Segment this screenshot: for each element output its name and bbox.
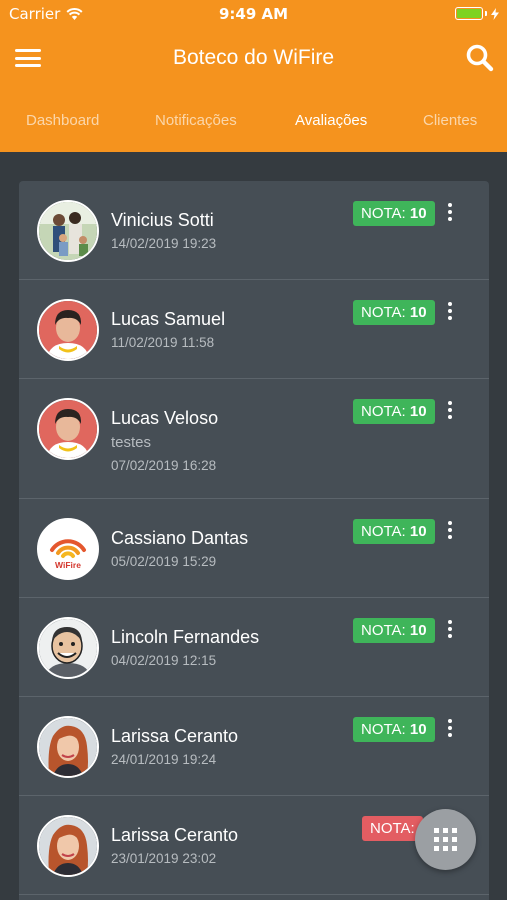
tab-dashboard[interactable]: Dashboard <box>26 112 99 129</box>
search-icon <box>466 44 494 72</box>
rating-score: 10 <box>409 523 427 540</box>
reviewer-name: Lucas Samuel <box>111 309 226 329</box>
review-date: 11/02/2019 11:58 <box>111 335 215 350</box>
rating-label: NOTA: <box>370 820 415 837</box>
boy-photo-icon <box>37 299 99 361</box>
review-date: 24/01/2019 19:24 <box>111 752 217 767</box>
rating-score: 10 <box>409 403 427 420</box>
review-row[interactable]: Lincoln Fernandes 04/02/2019 12:15 NOTA:… <box>19 598 489 697</box>
reviewer-name: Larissa Ceranto <box>111 825 239 845</box>
review-row[interactable]: WiFire Cassiano Dantas 05/02/2019 15:29 … <box>19 499 489 598</box>
boy-photo-icon <box>37 398 99 460</box>
review-row[interactable]: Vinicius Sotti 14/02/2019 19:23 NOTA: 10 <box>19 181 489 280</box>
reviewer-name: Larissa Ceranto <box>111 726 239 746</box>
rating-badge: NOTA: 10 <box>353 300 435 325</box>
reviews-list: Vinicius Sotti 14/02/2019 19:23 NOTA: 10… <box>19 181 489 900</box>
review-comment: testes <box>111 434 152 451</box>
rating-badge: NOTA: 10 <box>353 717 435 742</box>
review-date: 04/02/2019 12:15 <box>111 653 217 668</box>
kebab-menu-icon[interactable] <box>445 201 455 223</box>
tab-avaliacoes[interactable]: Avaliações <box>295 112 367 129</box>
tab-clientes[interactable]: Clientes <box>423 112 477 129</box>
rating-label: NOTA: <box>361 523 406 540</box>
kebab-menu-icon[interactable] <box>445 300 455 322</box>
rating-score: 10 <box>409 304 427 321</box>
tab-bar: Dashboard Notificações Avaliações Client… <box>0 106 507 136</box>
rating-label: NOTA: <box>361 403 406 420</box>
review-row[interactable]: Larissa Ceranto 24/01/2019 19:24 NOTA: 1… <box>19 697 489 796</box>
rating-label: NOTA: <box>361 622 406 639</box>
charging-bolt-icon <box>491 7 499 20</box>
review-date: 14/02/2019 19:23 <box>111 236 217 251</box>
review-row[interactable]: Lucas Veloso testes 07/02/2019 16:28 NOT… <box>19 379 489 499</box>
tab-notificacoes[interactable]: Notificações <box>155 112 237 129</box>
rating-label: NOTA: <box>361 304 406 321</box>
reviewer-name: Vinicius Sotti <box>111 210 214 230</box>
rating-badge: NOTA: 10 <box>353 399 435 424</box>
review-date: 23/01/2019 23:02 <box>111 851 217 866</box>
rating-badge: NOTA: 10 <box>353 201 435 226</box>
grid-apps-icon <box>434 828 439 833</box>
family-photo-icon <box>37 200 99 262</box>
kebab-menu-icon[interactable] <box>445 519 455 541</box>
battery-icon <box>455 7 499 20</box>
review-row[interactable]: Lucas Samuel 11/02/2019 11:58 NOTA: 10 <box>19 280 489 379</box>
kebab-menu-icon[interactable] <box>445 399 455 421</box>
grid-apps-fab-button[interactable] <box>415 809 476 870</box>
wifire-logo-icon: WiFire <box>37 518 99 580</box>
kebab-menu-icon[interactable] <box>445 618 455 640</box>
rating-score: 10 <box>409 721 427 738</box>
rating-badge: NOTA: <box>362 816 423 841</box>
reviewer-name: Lincoln Fernandes <box>111 627 260 647</box>
app-header: Boteco do WiFire Dashboard Notificações … <box>0 28 507 152</box>
rating-badge: NOTA: 10 <box>353 618 435 643</box>
page-title: Boteco do WiFire <box>172 46 335 69</box>
rating-badge: NOTA: 10 <box>353 519 435 544</box>
review-date: 07/02/2019 16:28 <box>111 458 217 473</box>
kebab-menu-icon[interactable] <box>445 717 455 739</box>
review-date: 05/02/2019 15:29 <box>111 554 217 569</box>
status-time: 9:49 AM <box>218 5 289 23</box>
rating-label: NOTA: <box>361 721 406 738</box>
rating-score: 10 <box>409 205 427 222</box>
reviewer-name: Cassiano Dantas <box>111 528 249 548</box>
woman-photo-icon <box>37 815 99 877</box>
rating-label: NOTA: <box>361 205 406 222</box>
status-bar: Carrier 9:49 AM <box>0 0 507 28</box>
wifire-logo-text: WiFire <box>55 560 81 570</box>
woman-photo-icon <box>37 716 99 778</box>
reviewer-name: Lucas Veloso <box>111 408 219 428</box>
caricature-photo-icon <box>37 617 99 679</box>
rating-score: 10 <box>409 622 427 639</box>
search-button[interactable] <box>465 43 495 73</box>
